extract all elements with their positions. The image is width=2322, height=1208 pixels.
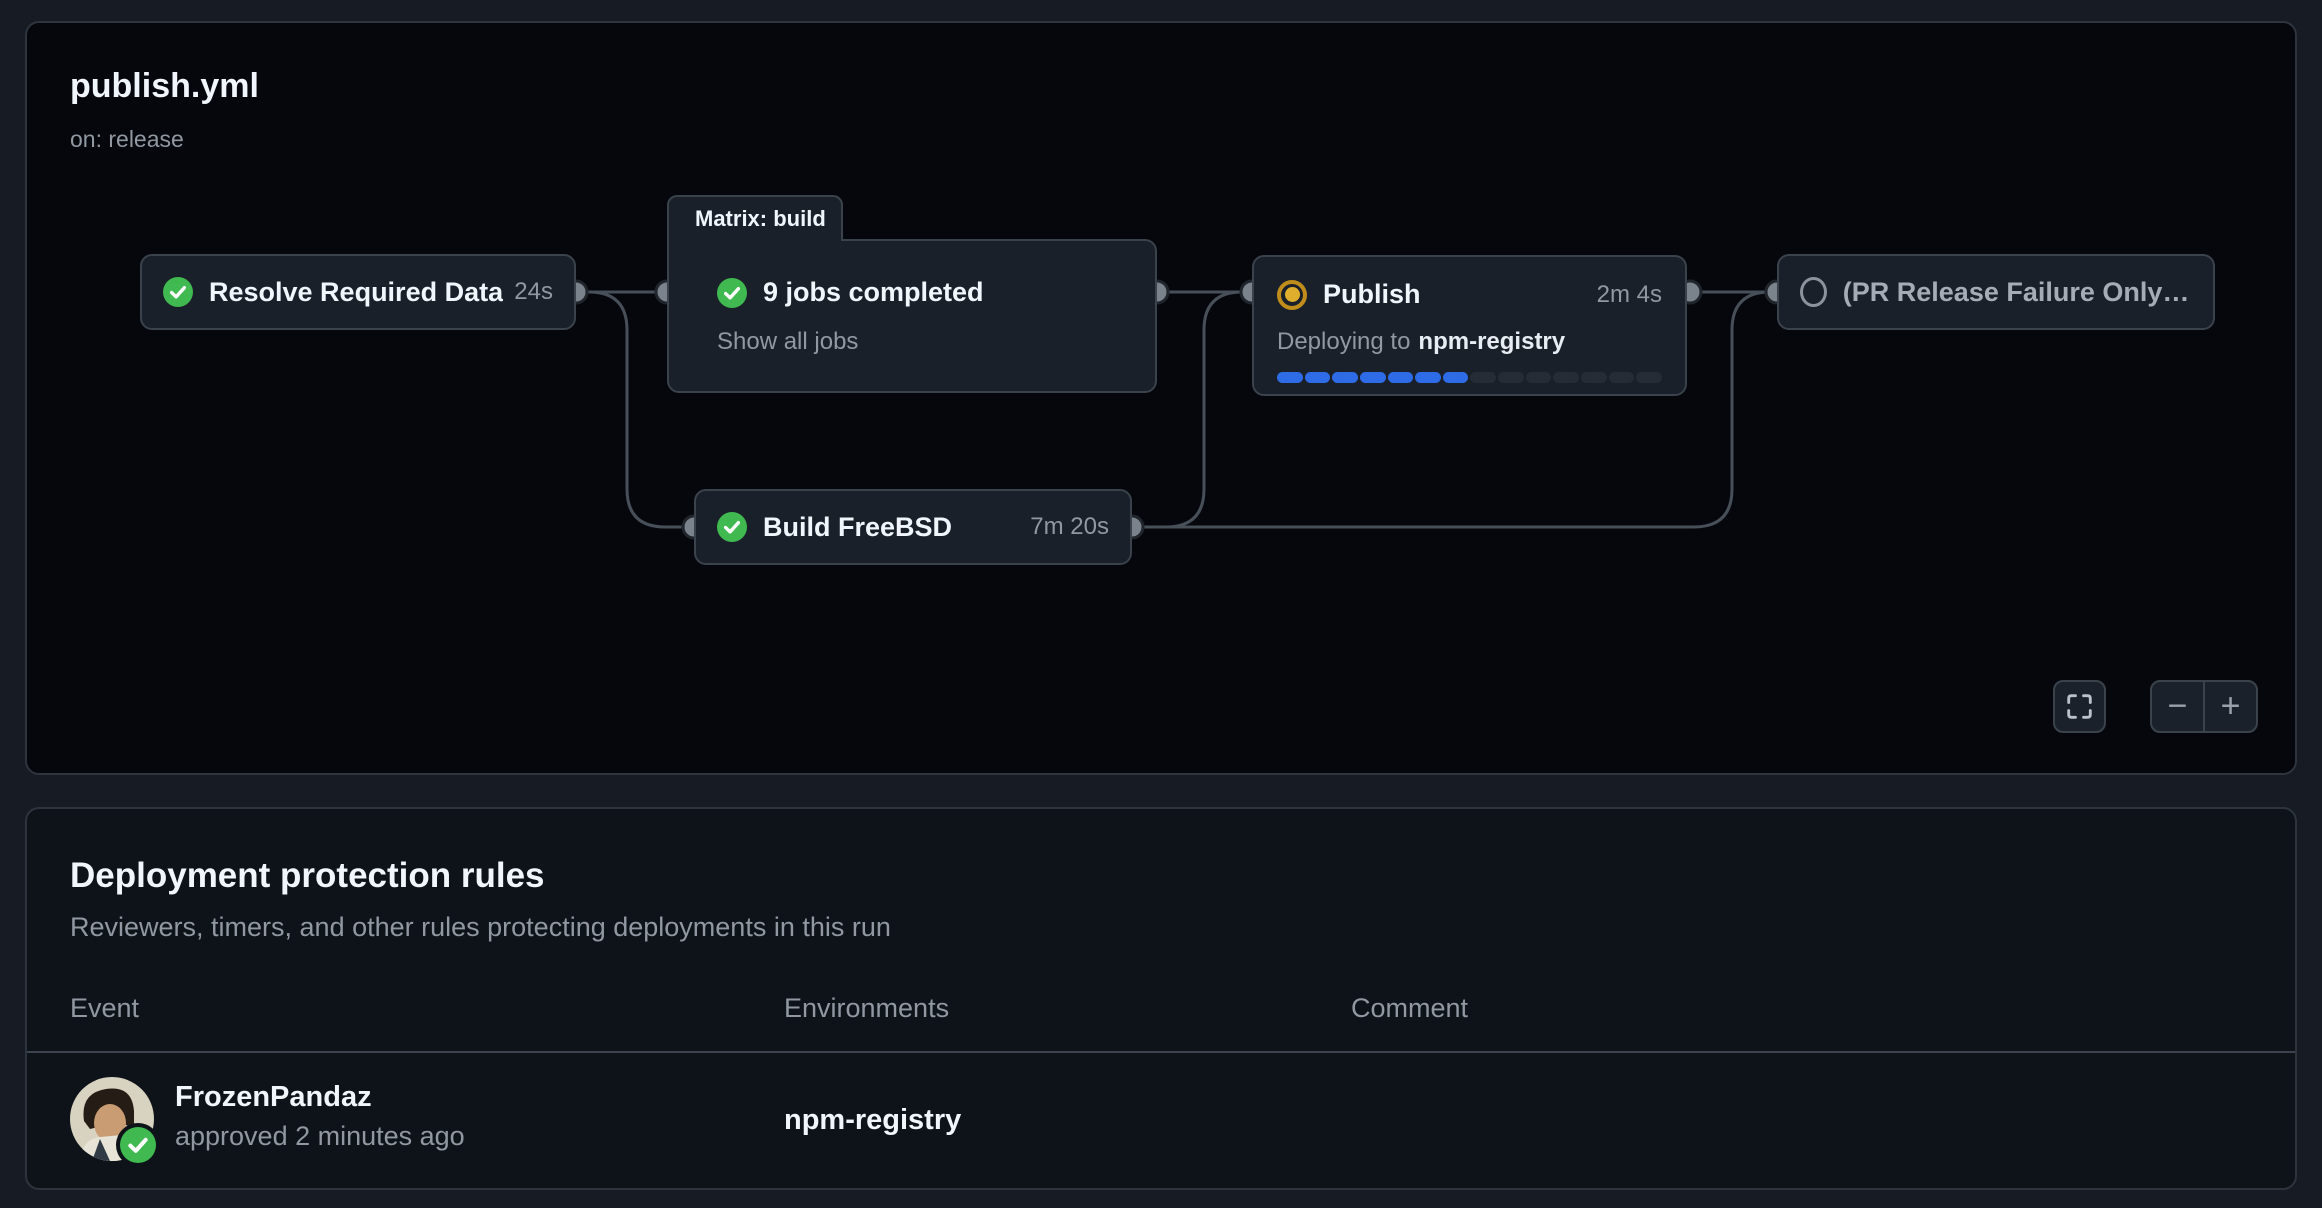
progress-segment bbox=[1443, 372, 1469, 383]
job-node-duration: 24s bbox=[514, 278, 553, 306]
deployment-protection-rules-card: Deployment protection rules Reviewers, t… bbox=[25, 807, 2297, 1190]
in-progress-icon bbox=[1277, 280, 1307, 310]
job-node-matrix-build[interactable]: 9 jobs completed Show all jobs bbox=[667, 239, 1157, 393]
queued-icon bbox=[1800, 277, 1827, 307]
row-environment: npm-registry bbox=[784, 1104, 961, 1137]
matrix-jobs-summary: 9 jobs completed bbox=[763, 277, 984, 308]
zoom-out-button[interactable]: − bbox=[2152, 682, 2205, 731]
matrix-group-label: Matrix: build bbox=[695, 206, 826, 232]
job-node-label: Publish bbox=[1323, 279, 1421, 310]
job-node-build-freebsd[interactable]: Build FreeBSD 7m 20s bbox=[694, 489, 1132, 565]
fullscreen-icon bbox=[2066, 693, 2093, 720]
deploy-progress-bar bbox=[1277, 372, 1662, 383]
show-all-jobs-link[interactable]: Show all jobs bbox=[717, 328, 858, 356]
progress-segment bbox=[1305, 372, 1331, 383]
job-node-label: Build FreeBSD bbox=[763, 512, 952, 543]
progress-segment bbox=[1609, 372, 1635, 383]
deploy-status-line: Deploying to npm-registry bbox=[1277, 328, 1662, 356]
job-node-duration: 2m 4s bbox=[1597, 281, 1662, 309]
table-header-divider bbox=[27, 1051, 2295, 1053]
job-node-duration: 7m 20s bbox=[1030, 513, 1109, 541]
deploy-target-environment: npm-registry bbox=[1418, 328, 1565, 355]
workflow-graph-card[interactable]: publish.yml on: release Resolve Required… bbox=[25, 21, 2297, 775]
progress-segment bbox=[1498, 372, 1524, 383]
zoom-in-button[interactable]: + bbox=[2205, 682, 2256, 731]
progress-segment bbox=[1277, 372, 1303, 383]
progress-segment bbox=[1526, 372, 1552, 383]
deploy-prefix: Deploying to bbox=[1277, 328, 1410, 355]
column-header-environments: Environments bbox=[784, 993, 949, 1024]
rules-card-subtitle: Reviewers, timers, and other rules prote… bbox=[70, 912, 891, 943]
approved-check-badge bbox=[116, 1123, 160, 1167]
zoom-control-group: − + bbox=[2150, 680, 2258, 733]
job-node-label: Resolve Required Data bbox=[209, 277, 503, 308]
rules-card-title: Deployment protection rules bbox=[70, 856, 545, 896]
column-header-comment: Comment bbox=[1351, 993, 1468, 1024]
job-node-resolve-required-data[interactable]: Resolve Required Data 24s bbox=[140, 254, 576, 330]
job-node-publish[interactable]: Publish 2m 4s Deploying to npm-registry bbox=[1252, 255, 1687, 396]
matrix-group-tab: Matrix: build bbox=[667, 195, 843, 241]
success-icon bbox=[717, 512, 747, 542]
progress-segment bbox=[1415, 372, 1441, 383]
progress-segment bbox=[1332, 372, 1358, 383]
progress-segment bbox=[1388, 372, 1414, 383]
reviewer-username: FrozenPandaz bbox=[175, 1081, 372, 1114]
column-header-event: Event bbox=[70, 993, 139, 1024]
progress-segment bbox=[1360, 372, 1386, 383]
fullscreen-button[interactable] bbox=[2053, 680, 2106, 733]
progress-segment bbox=[1553, 372, 1579, 383]
success-icon bbox=[717, 278, 747, 308]
workflow-edges bbox=[27, 23, 2299, 777]
progress-segment bbox=[1636, 372, 1662, 383]
progress-segment bbox=[1470, 372, 1496, 383]
success-icon bbox=[163, 277, 193, 307]
job-node-pr-release-failure[interactable]: (PR Release Failure Only) Cre... bbox=[1777, 254, 2215, 330]
job-node-label: (PR Release Failure Only) Cre... bbox=[1843, 277, 2192, 308]
avatar bbox=[70, 1077, 154, 1161]
progress-segment bbox=[1581, 372, 1607, 383]
approval-status-text: approved 2 minutes ago bbox=[175, 1121, 465, 1152]
